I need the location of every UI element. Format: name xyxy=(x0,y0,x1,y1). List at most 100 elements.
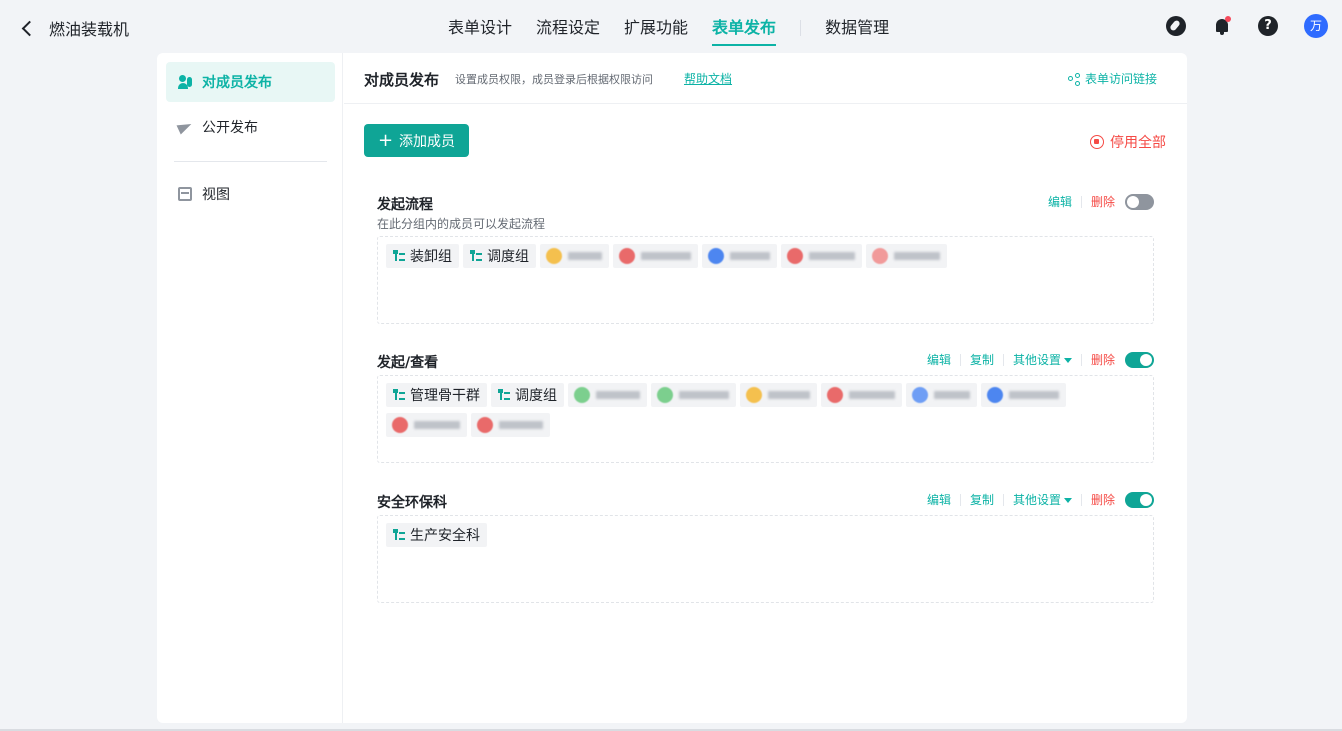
member-avatar xyxy=(708,248,724,264)
back-button[interactable]: 燃油装载机 xyxy=(18,14,129,42)
group-enable-toggle[interactable] xyxy=(1125,491,1154,508)
delete-button[interactable]: 删除 xyxy=(1091,193,1115,210)
plus-icon: + xyxy=(377,129,394,151)
main-panel: 对成员发布 设置成员权限，成员登录后根据权限访问 帮助文档 表单访问链接 + 添… xyxy=(344,53,1187,723)
toggle-knob xyxy=(1140,353,1152,366)
group-name: 发起/查看 xyxy=(377,355,439,371)
toggle-knob xyxy=(1140,493,1152,506)
member-name-blurred xyxy=(414,421,460,429)
member-name-blurred xyxy=(679,391,729,399)
top-bar: 燃油装载机 表单设计 流程设定 扩展功能 表单发布 数据管理 ? 万 xyxy=(0,0,1342,56)
member-chip xyxy=(821,383,902,407)
member-name-blurred xyxy=(809,252,855,260)
member-avatar xyxy=(912,387,928,403)
member-box[interactable]: 装卸组 调度组 xyxy=(377,236,1154,324)
department-name: 调度组 xyxy=(515,388,557,404)
edit-button[interactable]: 编辑 xyxy=(1048,193,1072,210)
group-name: 安全环保科 xyxy=(377,495,447,511)
action-divider xyxy=(959,493,961,506)
member-chip xyxy=(866,244,947,268)
other-settings-label: 其他设置 xyxy=(1012,493,1061,507)
content-card: 对成员发布 公开发布 视图 对成员发布 设置成员权限，成员登录后根据权限访问 帮… xyxy=(157,53,1187,723)
bell-icon[interactable] xyxy=(1212,16,1232,36)
other-settings-label: 其他设置 xyxy=(1012,353,1061,367)
member-avatar xyxy=(574,387,590,403)
group-enable-toggle[interactable] xyxy=(1125,351,1154,368)
tab-extensions[interactable]: 扩展功能 xyxy=(612,0,700,56)
help-doc-link[interactable]: 帮助文档 xyxy=(684,70,732,87)
member-chip xyxy=(471,413,550,437)
group-name: 发起流程 xyxy=(377,197,433,213)
share-icon xyxy=(1067,72,1080,86)
member-chip xyxy=(702,244,777,268)
form-access-link-label: 表单访问链接 xyxy=(1084,72,1157,86)
member-box[interactable]: 管理骨干群 调度组 xyxy=(377,375,1154,463)
copy-button[interactable]: 复制 xyxy=(970,491,994,508)
add-member-button[interactable]: + 添加成员 xyxy=(364,124,469,157)
department-chip: 调度组 xyxy=(491,383,564,407)
member-name-blurred xyxy=(934,391,970,399)
paper-plane-icon xyxy=(178,120,192,134)
member-name-blurred xyxy=(849,391,895,399)
user-avatar[interactable]: 万 xyxy=(1304,14,1328,38)
tab-form-design[interactable]: 表单设计 xyxy=(436,0,524,56)
other-settings-dropdown[interactable]: 其他设置 xyxy=(1013,491,1072,508)
sidebar-item-view[interactable]: 视图 xyxy=(166,174,335,214)
member-chip xyxy=(568,383,647,407)
member-name-blurred xyxy=(768,391,810,399)
member-chip xyxy=(651,383,736,407)
member-chip xyxy=(386,413,467,437)
department-name: 生产安全科 xyxy=(410,528,480,544)
add-member-label: 添加成员 xyxy=(399,133,456,150)
group-enable-toggle[interactable] xyxy=(1125,193,1154,210)
group-actions: 编辑 复制 其他设置 删除 xyxy=(927,491,1154,508)
delete-button[interactable]: 删除 xyxy=(1091,351,1115,368)
panel-header: 对成员发布 设置成员权限，成员登录后根据权限访问 帮助文档 表单访问链接 xyxy=(344,53,1187,104)
org-tree-icon xyxy=(393,389,405,401)
member-name-blurred xyxy=(568,252,602,260)
tab-process-setting[interactable]: 流程设定 xyxy=(524,0,612,56)
copy-button[interactable]: 复制 xyxy=(970,351,994,368)
member-avatar xyxy=(477,417,493,433)
action-divider xyxy=(1002,353,1004,366)
toggle-knob xyxy=(1127,195,1139,208)
sidebar-item-member-publish[interactable]: 对成员发布 xyxy=(166,62,335,102)
tab-data-management[interactable]: 数据管理 xyxy=(813,0,901,56)
stop-all-button[interactable]: 停用全部 xyxy=(1090,132,1166,152)
users-icon xyxy=(178,75,192,89)
notification-dot xyxy=(1225,16,1231,22)
tab-form-publish[interactable]: 表单发布 xyxy=(700,0,788,56)
member-avatar xyxy=(657,387,673,403)
member-avatar xyxy=(787,248,803,264)
sidebar-item-public-publish[interactable]: 公开发布 xyxy=(166,107,335,147)
member-chip xyxy=(781,244,862,268)
form-access-link-button[interactable]: 表单访问链接 xyxy=(1067,70,1157,87)
department-name: 调度组 xyxy=(487,249,529,265)
member-name-blurred xyxy=(1009,391,1059,399)
delete-button[interactable]: 删除 xyxy=(1091,491,1115,508)
other-settings-dropdown[interactable]: 其他设置 xyxy=(1013,351,1072,368)
action-divider xyxy=(1080,493,1082,506)
edit-button[interactable]: 编辑 xyxy=(927,351,951,368)
member-chip xyxy=(740,383,817,407)
help-icon[interactable]: ? xyxy=(1258,16,1278,36)
app-title: 燃油装载机 xyxy=(49,20,130,39)
group-actions: 编辑 删除 xyxy=(1048,193,1154,210)
page-title: 对成员发布 xyxy=(364,71,440,89)
member-avatar xyxy=(987,387,1003,403)
group-actions: 编辑 复制 其他设置 删除 xyxy=(927,351,1154,368)
department-chip: 调度组 xyxy=(463,244,536,268)
member-chip xyxy=(613,244,698,268)
member-name-blurred xyxy=(641,252,691,260)
member-name-blurred xyxy=(596,391,640,399)
member-name-blurred xyxy=(894,252,940,260)
top-actions: ? 万 xyxy=(1166,14,1328,38)
department-name: 管理骨干群 xyxy=(410,388,480,404)
edit-button[interactable]: 编辑 xyxy=(927,491,951,508)
member-avatar xyxy=(872,248,888,264)
org-tree-icon xyxy=(393,250,405,262)
department-chip: 管理骨干群 xyxy=(386,383,487,407)
compass-icon[interactable] xyxy=(1166,16,1186,36)
org-tree-icon xyxy=(498,389,510,401)
member-box[interactable]: 生产安全科 xyxy=(377,515,1154,603)
